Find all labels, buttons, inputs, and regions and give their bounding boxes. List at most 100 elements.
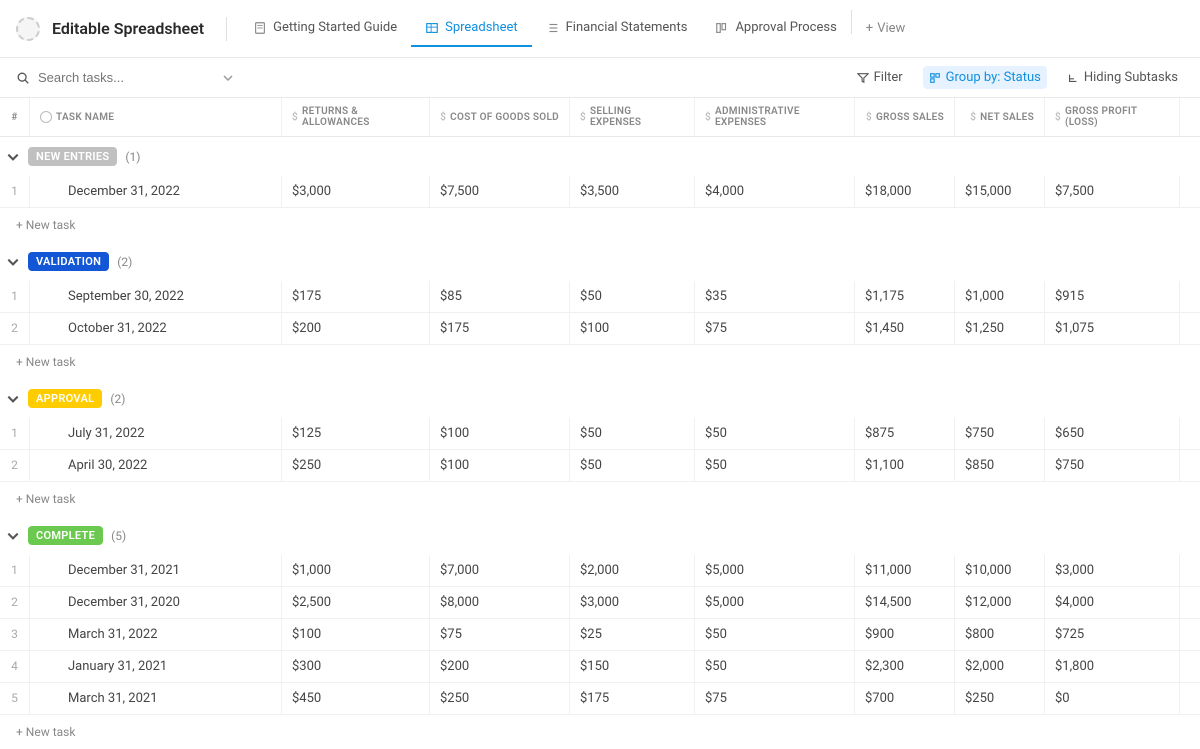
group-badge[interactable]: APPROVAL — [28, 389, 102, 408]
cell-gross[interactable]: $875 — [855, 418, 955, 449]
cell-cogs[interactable]: $7,000 — [430, 555, 570, 586]
cell-net[interactable]: $750 — [955, 418, 1045, 449]
table-row[interactable]: 2 April 30, 2022 $250 $100 $50 $50 $1,10… — [0, 450, 1200, 482]
chevron-down-icon[interactable] — [222, 72, 234, 84]
cell-name[interactable]: March 31, 2022 — [30, 619, 282, 650]
cell-cogs[interactable]: $8,000 — [430, 587, 570, 618]
cell-returns[interactable]: $250 — [282, 450, 430, 481]
cell-selling[interactable]: $50 — [570, 281, 695, 312]
cell-cogs[interactable]: $85 — [430, 281, 570, 312]
group-toggle[interactable] — [6, 150, 20, 164]
cell-returns[interactable]: $2,500 — [282, 587, 430, 618]
cell-admin[interactable]: $5,000 — [695, 555, 855, 586]
groupby-button[interactable]: Group by: Status — [923, 66, 1047, 89]
cell-profit[interactable]: $3,000 — [1045, 555, 1180, 586]
cell-gross[interactable]: $700 — [855, 683, 955, 714]
cell-returns[interactable]: $200 — [282, 313, 430, 344]
group-badge[interactable]: NEW ENTRIES — [28, 147, 117, 166]
cell-profit[interactable]: $1,800 — [1045, 651, 1180, 682]
add-view-button[interactable]: + View — [852, 10, 920, 47]
cell-selling[interactable]: $2,000 — [570, 555, 695, 586]
cell-name[interactable]: March 31, 2021 — [30, 683, 282, 714]
cell-net[interactable]: $12,000 — [955, 587, 1045, 618]
cell-selling[interactable]: $50 — [570, 418, 695, 449]
table-row[interactable]: 4 January 31, 2021 $300 $200 $150 $50 $2… — [0, 651, 1200, 683]
cell-net[interactable]: $800 — [955, 619, 1045, 650]
col-header-cogs[interactable]: $COST OF GOODS SOLD — [430, 98, 570, 136]
tab-approval[interactable]: Approval Process — [701, 10, 850, 47]
cell-net[interactable]: $250 — [955, 683, 1045, 714]
new-task-button[interactable]: + New task — [0, 482, 1200, 516]
table-row[interactable]: 2 December 31, 2020 $2,500 $8,000 $3,000… — [0, 587, 1200, 619]
col-header-returns[interactable]: $RETURNS & ALLOWANCES — [282, 98, 430, 136]
cell-selling[interactable]: $100 — [570, 313, 695, 344]
table-row[interactable]: 1 December 31, 2021 $1,000 $7,000 $2,000… — [0, 555, 1200, 587]
cell-name[interactable]: December 31, 2021 — [30, 555, 282, 586]
cell-gross[interactable]: $1,100 — [855, 450, 955, 481]
cell-cogs[interactable]: $100 — [430, 450, 570, 481]
cell-name[interactable]: October 31, 2022 — [30, 313, 282, 344]
cell-net[interactable]: $10,000 — [955, 555, 1045, 586]
cell-net[interactable]: $1,250 — [955, 313, 1045, 344]
cell-profit[interactable]: $725 — [1045, 619, 1180, 650]
cell-gross[interactable]: $11,000 — [855, 555, 955, 586]
table-row[interactable]: 1 December 31, 2022 $3,000 $7,500 $3,500… — [0, 176, 1200, 208]
group-badge[interactable]: VALIDATION — [28, 252, 109, 271]
hiding-subtasks-button[interactable]: Hiding Subtasks — [1061, 66, 1184, 89]
col-header-profit[interactable]: $GROSS PROFIT (LOSS) — [1045, 98, 1180, 136]
col-header-gross[interactable]: $GROSS SALES — [855, 98, 955, 136]
cell-returns[interactable]: $450 — [282, 683, 430, 714]
cell-gross[interactable]: $1,175 — [855, 281, 955, 312]
cell-admin[interactable]: $35 — [695, 281, 855, 312]
cell-name[interactable]: April 30, 2022 — [30, 450, 282, 481]
cell-cogs[interactable]: $200 — [430, 651, 570, 682]
group-toggle[interactable] — [6, 529, 20, 543]
table-row[interactable]: 5 March 31, 2021 $450 $250 $175 $75 $700… — [0, 683, 1200, 715]
cell-profit[interactable]: $1,075 — [1045, 313, 1180, 344]
cell-returns[interactable]: $125 — [282, 418, 430, 449]
cell-admin[interactable]: $50 — [695, 418, 855, 449]
cell-profit[interactable]: $915 — [1045, 281, 1180, 312]
tab-spreadsheet[interactable]: Spreadsheet — [411, 10, 532, 47]
search-input[interactable] — [38, 70, 214, 85]
cell-admin[interactable]: $4,000 — [695, 176, 855, 207]
new-task-button[interactable]: + New task — [0, 715, 1200, 749]
group-toggle[interactable] — [6, 392, 20, 406]
col-header-name[interactable]: TASK NAME — [30, 98, 282, 136]
new-task-button[interactable]: + New task — [0, 345, 1200, 379]
cell-profit[interactable]: $650 — [1045, 418, 1180, 449]
tab-financial[interactable]: Financial Statements — [532, 10, 702, 47]
cell-admin[interactable]: $50 — [695, 619, 855, 650]
group-badge[interactable]: COMPLETE — [28, 526, 103, 545]
filter-button[interactable]: Filter — [851, 66, 909, 89]
table-row[interactable]: 1 July 31, 2022 $125 $100 $50 $50 $875 $… — [0, 418, 1200, 450]
cell-name[interactable]: September 30, 2022 — [30, 281, 282, 312]
new-task-button[interactable]: + New task — [0, 208, 1200, 242]
cell-profit[interactable]: $750 — [1045, 450, 1180, 481]
cell-selling[interactable]: $150 — [570, 651, 695, 682]
table-row[interactable]: 1 September 30, 2022 $175 $85 $50 $35 $1… — [0, 281, 1200, 313]
col-header-admin[interactable]: $ADMINISTRATIVE EXPENSES — [695, 98, 855, 136]
cell-admin[interactable]: $75 — [695, 683, 855, 714]
cell-returns[interactable]: $1,000 — [282, 555, 430, 586]
cell-selling[interactable]: $175 — [570, 683, 695, 714]
cell-name[interactable]: July 31, 2022 — [30, 418, 282, 449]
group-toggle[interactable] — [6, 255, 20, 269]
cell-name[interactable]: December 31, 2020 — [30, 587, 282, 618]
cell-net[interactable]: $2,000 — [955, 651, 1045, 682]
cell-gross[interactable]: $2,300 — [855, 651, 955, 682]
col-header-num[interactable]: # — [0, 98, 30, 136]
cell-selling[interactable]: $3,500 — [570, 176, 695, 207]
cell-admin[interactable]: $50 — [695, 450, 855, 481]
cell-cogs[interactable]: $75 — [430, 619, 570, 650]
cell-selling[interactable]: $25 — [570, 619, 695, 650]
col-header-selling[interactable]: $SELLING EXPENSES — [570, 98, 695, 136]
cell-name[interactable]: January 31, 2021 — [30, 651, 282, 682]
cell-admin[interactable]: $5,000 — [695, 587, 855, 618]
cell-returns[interactable]: $300 — [282, 651, 430, 682]
cell-net[interactable]: $1,000 — [955, 281, 1045, 312]
tab-getting-started[interactable]: Getting Started Guide — [239, 10, 411, 47]
cell-gross[interactable]: $18,000 — [855, 176, 955, 207]
cell-returns[interactable]: $100 — [282, 619, 430, 650]
cell-profit[interactable]: $7,500 — [1045, 176, 1180, 207]
